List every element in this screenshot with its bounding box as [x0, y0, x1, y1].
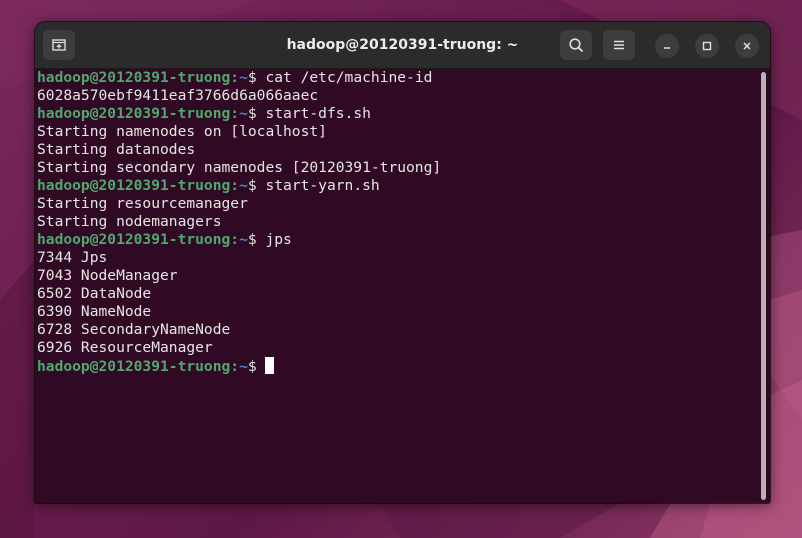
prompt-path: ~: [239, 231, 248, 248]
prompt-line: hadoop@20120391-truong:~$ start-dfs.sh: [37, 105, 757, 123]
prompt-line: hadoop@20120391-truong:~$ jps: [37, 231, 757, 249]
minimize-button[interactable]: [655, 34, 679, 58]
prompt-symbol: $: [247, 105, 266, 122]
terminal-window: hadoop@20120391-truong: ~ hadoop@2012039…: [35, 22, 770, 503]
output-line: Starting datanodes: [37, 141, 196, 158]
prompt-separator: :: [230, 231, 240, 248]
output-line: Starting namenodes on [localhost]: [37, 123, 327, 140]
close-icon: [743, 42, 751, 50]
prompt-user-host: hadoop@20120391-truong: [37, 105, 231, 122]
prompt-separator: :: [230, 69, 240, 86]
prompt-symbol: $: [247, 69, 266, 86]
output-line: 7344 Jps: [37, 249, 108, 266]
prompt-path: ~: [239, 69, 248, 86]
command-text: start-dfs.sh: [265, 105, 371, 122]
search-icon: [569, 38, 583, 52]
search-button[interactable]: [560, 30, 592, 60]
minimize-icon: [664, 47, 670, 49]
output-line: Starting secondary namenodes [20120391-t…: [37, 159, 442, 176]
prompt-path: ~: [239, 177, 248, 194]
maximize-button[interactable]: [695, 34, 719, 58]
prompt-path: ~: [239, 358, 248, 375]
command-text: jps: [265, 231, 292, 248]
prompt-separator: :: [230, 358, 240, 375]
output-line: 6728 SecondaryNameNode: [37, 321, 231, 338]
prompt-symbol: $: [247, 177, 266, 194]
prompt-line: hadoop@20120391-truong:~$ start-yarn.sh: [37, 177, 757, 195]
prompt-separator: :: [230, 105, 240, 122]
title-bar[interactable]: hadoop@20120391-truong: ~: [35, 22, 770, 69]
close-button[interactable]: [735, 34, 759, 58]
output-line: 6926 ResourceManager: [37, 339, 213, 356]
prompt-line: hadoop@20120391-truong:~$ cat /etc/machi…: [37, 69, 757, 87]
new-tab-button[interactable]: [43, 30, 75, 60]
prompt-user-host: hadoop@20120391-truong: [37, 69, 231, 86]
hamburger-menu-icon: [614, 40, 624, 50]
terminal-output[interactable]: hadoop@20120391-truong:~$ cat /etc/machi…: [37, 69, 757, 501]
output-line: Starting resourcemanager: [37, 195, 248, 212]
output-line: 6502 DataNode: [37, 285, 152, 302]
output-line: 6390 NameNode: [37, 303, 152, 320]
menu-button[interactable]: [603, 30, 635, 60]
prompt-separator: :: [230, 177, 240, 194]
prompt-user-host: hadoop@20120391-truong: [37, 231, 231, 248]
output-line: 7043 NodeManager: [37, 267, 178, 284]
prompt-line: hadoop@20120391-truong:~$: [37, 357, 757, 375]
prompt-symbol: $: [247, 358, 266, 375]
text-cursor: [265, 357, 275, 374]
command-text: cat /etc/machine-id: [265, 69, 433, 86]
output-line: 6028a570ebf9411eaf3766d6a066aaec: [37, 87, 319, 104]
scrollbar[interactable]: [761, 72, 766, 500]
new-tab-icon: [52, 39, 66, 51]
command-text: start-yarn.sh: [265, 177, 380, 194]
prompt-path: ~: [239, 105, 248, 122]
output-line: Starting nodemanagers: [37, 213, 222, 230]
prompt-user-host: hadoop@20120391-truong: [37, 358, 231, 375]
maximize-icon: [702, 41, 712, 51]
prompt-symbol: $: [247, 231, 266, 248]
prompt-user-host: hadoop@20120391-truong: [37, 177, 231, 194]
